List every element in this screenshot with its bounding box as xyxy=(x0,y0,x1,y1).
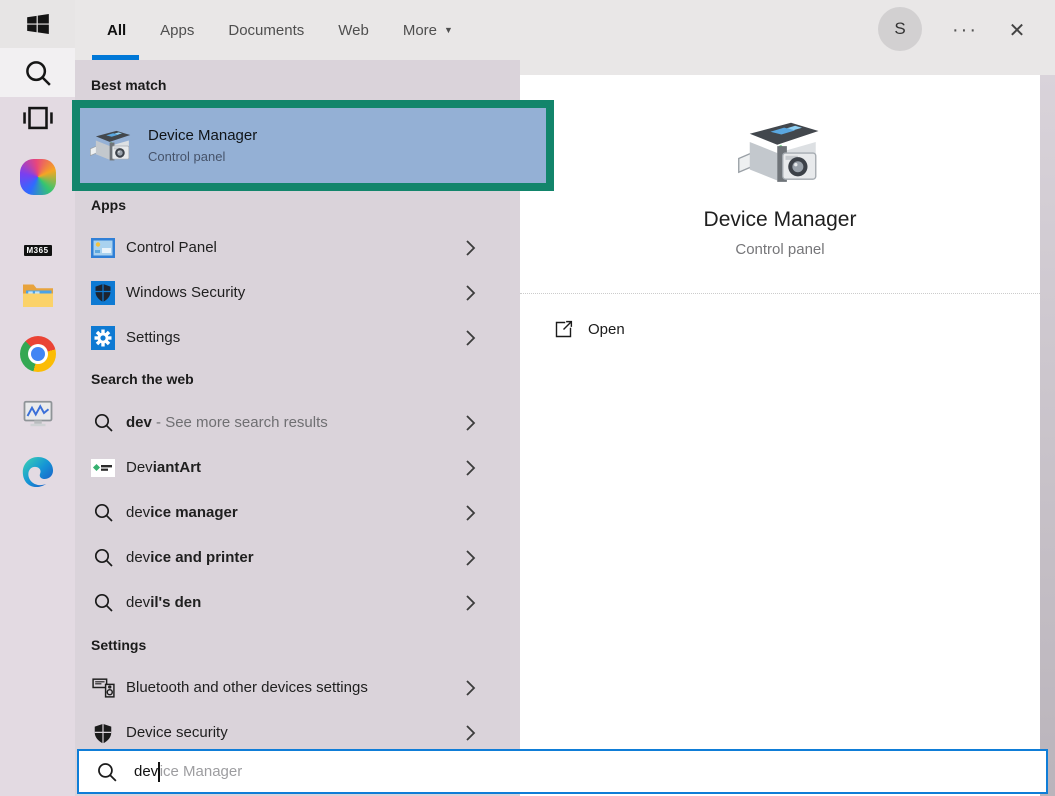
result-label: Windows Security xyxy=(126,284,245,301)
start-button[interactable] xyxy=(0,0,75,48)
preview-subtitle: Control panel xyxy=(520,241,1040,258)
expand-chevron-icon[interactable] xyxy=(463,284,478,302)
windows-security-icon xyxy=(90,280,116,306)
result-label: Control Panel xyxy=(126,239,217,256)
windows-logo-icon xyxy=(25,11,51,37)
search-flyout-header: All Apps Documents Web More ▼ S ··· ✕ xyxy=(75,0,1055,60)
chrome-button[interactable] xyxy=(0,325,75,383)
settings-gear-icon xyxy=(90,325,116,351)
result-row-web-see-more[interactable]: dev - See more search results xyxy=(75,400,520,445)
taskbar: M365 xyxy=(0,0,75,796)
tab-all[interactable]: All xyxy=(107,22,126,39)
result-label: Settings xyxy=(126,329,180,346)
result-label: Device security xyxy=(126,724,228,741)
open-action[interactable]: Open xyxy=(520,313,1040,345)
more-options-button[interactable]: ··· xyxy=(943,14,987,46)
result-row-web-devils-den[interactable]: devil's den xyxy=(75,580,520,625)
search-icon xyxy=(90,590,116,616)
performance-monitor-icon xyxy=(20,395,56,431)
divider xyxy=(520,293,1040,294)
expand-chevron-icon[interactable] xyxy=(463,329,478,347)
user-avatar[interactable]: S xyxy=(878,7,922,51)
apps-section-header: Apps xyxy=(75,197,520,213)
search-icon xyxy=(23,58,53,88)
search-icon xyxy=(90,545,116,571)
result-label: device manager xyxy=(126,504,238,521)
expand-chevron-icon[interactable] xyxy=(463,459,478,477)
filter-tabs: All Apps Documents Web More ▼ xyxy=(107,0,453,60)
web-section-header: Search the web xyxy=(75,371,520,387)
device-manager-icon xyxy=(89,126,133,166)
ellipsis-icon: ··· xyxy=(952,19,978,42)
expand-chevron-icon[interactable] xyxy=(463,724,478,742)
device-manager-icon-large xyxy=(736,114,824,192)
m365-copilot-icon: M365 xyxy=(20,218,56,254)
edge-button[interactable] xyxy=(0,443,75,501)
open-in-new-icon xyxy=(553,319,574,340)
file-explorer-button[interactable] xyxy=(0,266,75,324)
control-panel-icon xyxy=(90,235,116,261)
close-button[interactable]: ✕ xyxy=(997,12,1037,48)
close-icon: ✕ xyxy=(1009,18,1026,43)
preview-panel: Device Manager Control panel Open xyxy=(520,75,1040,796)
search-icon xyxy=(90,500,116,526)
expand-chevron-icon[interactable] xyxy=(463,414,478,432)
task-view-icon xyxy=(21,101,55,135)
shield-icon xyxy=(90,720,116,746)
chevron-down-icon: ▼ xyxy=(444,25,453,35)
best-match-row[interactable]: Device Manager Control panel xyxy=(80,108,546,183)
annotation-highlight-box: Device Manager Control panel xyxy=(72,100,554,191)
result-label: dev - See more search results xyxy=(126,414,328,431)
search-input[interactable]: dev ice Manager xyxy=(77,749,1048,794)
expand-chevron-icon[interactable] xyxy=(463,239,478,257)
result-label: devil's den xyxy=(126,594,201,611)
result-row-settings[interactable]: Settings xyxy=(75,315,520,360)
header-extension xyxy=(520,60,1055,75)
result-row-control-panel[interactable]: Control Panel xyxy=(75,225,520,270)
desktop-background-strip xyxy=(1040,75,1055,796)
search-typed-text: dev xyxy=(134,763,158,780)
edge-icon xyxy=(19,453,57,491)
result-row-web-device-and-printer[interactable]: device and printer xyxy=(75,535,520,580)
open-label: Open xyxy=(588,321,625,338)
file-explorer-icon xyxy=(20,277,56,313)
result-row-bluetooth-settings[interactable]: Bluetooth and other devices settings xyxy=(75,665,520,710)
expand-chevron-icon[interactable] xyxy=(463,549,478,567)
settings-section-header: Settings xyxy=(75,637,520,653)
result-row-web-device-manager[interactable]: device manager xyxy=(75,490,520,535)
task-view-button[interactable] xyxy=(0,89,75,147)
search-icon xyxy=(95,760,119,784)
search-inline-suggestion: ice Manager xyxy=(160,763,243,780)
preview-title: Device Manager xyxy=(520,208,1040,232)
result-label: DeviantArt xyxy=(126,459,201,476)
result-row-windows-security[interactable]: Windows Security xyxy=(75,270,520,315)
result-label: Bluetooth and other devices settings xyxy=(126,679,368,696)
best-match-header: Best match xyxy=(75,77,520,93)
expand-chevron-icon[interactable] xyxy=(463,594,478,612)
tab-documents[interactable]: Documents xyxy=(228,22,304,39)
search-icon xyxy=(90,410,116,436)
result-row-deviantart[interactable]: DeviantArt xyxy=(75,445,520,490)
m365-copilot-button[interactable]: M365 xyxy=(0,207,75,265)
chrome-icon xyxy=(20,336,56,372)
tab-more[interactable]: More ▼ xyxy=(403,22,453,39)
expand-chevron-icon[interactable] xyxy=(463,504,478,522)
tab-apps[interactable]: Apps xyxy=(160,22,194,39)
result-label: device and printer xyxy=(126,549,254,566)
best-match-subtitle: Control panel xyxy=(148,149,257,164)
deviantart-icon xyxy=(90,455,116,481)
tab-web[interactable]: Web xyxy=(338,22,369,39)
best-match-title: Device Manager xyxy=(148,127,257,144)
expand-chevron-icon[interactable] xyxy=(463,679,478,697)
bluetooth-devices-icon xyxy=(90,675,116,701)
copilot-button[interactable] xyxy=(0,148,75,206)
performance-monitor-button[interactable] xyxy=(0,384,75,442)
copilot-icon xyxy=(20,159,56,195)
